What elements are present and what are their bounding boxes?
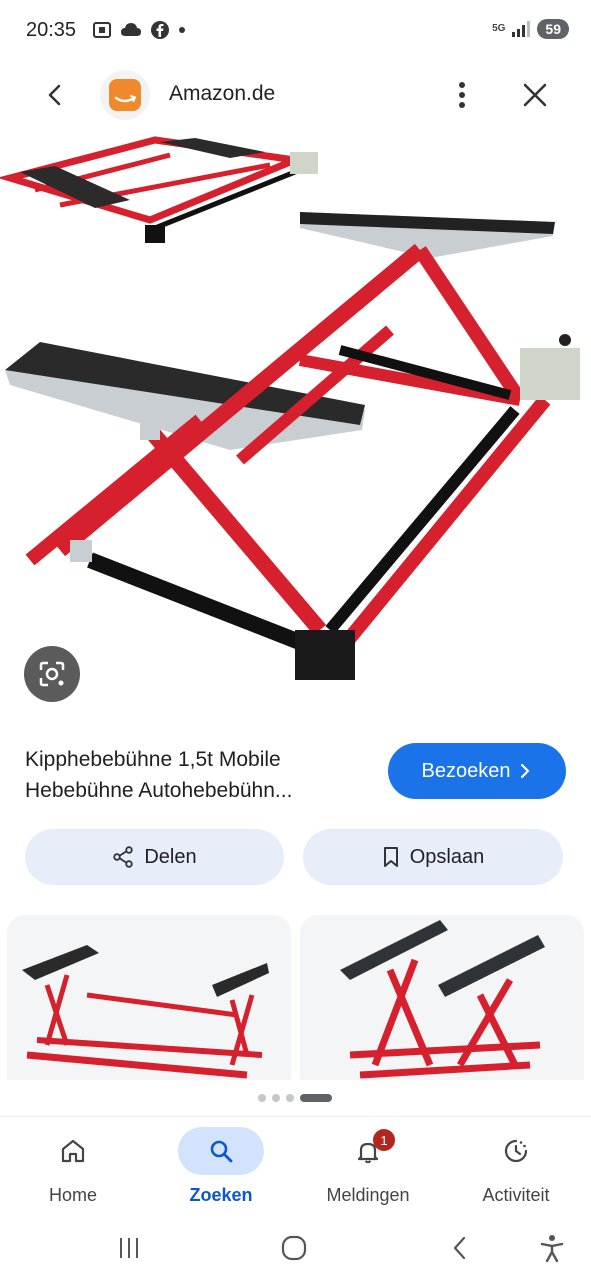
nav-activity[interactable]: Activiteit [456,1127,576,1213]
scissor-lift-illustration [0,136,580,680]
site-title[interactable]: Amazon.de [169,82,275,106]
system-back-icon [453,1236,466,1260]
visit-button[interactable]: Bezoeken [388,743,566,799]
network-label: 5G [492,23,506,34]
bookmark-icon [383,847,398,867]
nav-notifications-label: Meldingen [326,1185,410,1205]
system-back-button[interactable] [442,1230,478,1266]
home-circle-icon [281,1235,307,1261]
dot-icon [179,27,185,33]
carousel-indicator [258,1094,332,1102]
site-logo [100,70,150,120]
viewer-header: Amazon.de [0,66,591,124]
chevron-left-icon [48,84,61,106]
share-label: Delen [144,845,197,868]
carousel-dot-active [300,1094,332,1102]
accessibility-icon [540,1235,564,1263]
nav-home-label: Home [48,1185,97,1205]
home-icon [61,1139,85,1163]
product-title-line-1: Kipphebebühne 1,5t Mobile [25,748,281,771]
lens-search-button[interactable] [24,646,80,702]
related-result-card[interactable] [7,915,291,1080]
more-vert-icon [459,82,465,108]
battery-level: 59 [537,19,569,39]
status-system-icons: 5G 59 [492,19,569,39]
related-lift-image [300,915,584,1080]
facebook-icon [151,21,169,39]
status-notification-icons [92,20,186,40]
product-title-line-2: Hebebühne Autohebebühn... [25,779,293,802]
close-button[interactable] [518,78,552,112]
carousel-dot [286,1094,294,1102]
save-label: Opslaan [409,845,485,868]
signal-icon [512,21,531,37]
back-button[interactable] [40,80,70,110]
share-button[interactable]: Delen [25,829,284,885]
screenshot-icon [93,22,111,38]
chevron-right-icon [521,763,530,779]
home-button[interactable] [276,1230,312,1266]
notification-badge: 1 [373,1129,395,1151]
product-title: Kipphebebühne 1,5t Mobile Hebebühne Auto… [25,744,375,806]
amazon-logo-icon [109,79,141,111]
nav-home[interactable]: Home [13,1127,133,1213]
nav-search-label: Zoeken [189,1185,253,1205]
camera-lens-icon [39,661,65,687]
nav-activity-label: Activiteit [482,1185,550,1205]
bottom-navigation: Home Zoeken 1 Meldingen Activiteit [0,1116,591,1214]
close-icon [523,83,547,107]
related-lift-image [7,915,291,1080]
system-navigation-bar [0,1214,591,1280]
related-result-card[interactable] [300,915,584,1080]
status-time: 20:35 [26,19,77,41]
recent-apps-icon [120,1238,138,1258]
visit-button-label: Bezoeken [421,759,511,782]
status-bar: 20:35 5G 59 [0,0,591,62]
carousel-dot [272,1094,280,1102]
cloud-icon [121,23,141,36]
share-icon [113,846,134,868]
more-options-button[interactable] [448,78,476,112]
accessibility-button[interactable] [534,1230,570,1266]
product-image[interactable] [0,130,591,710]
activity-icon [504,1139,528,1163]
carousel-dot [258,1094,266,1102]
nav-notifications[interactable]: 1 Meldingen [308,1127,428,1213]
recent-apps-button[interactable] [111,1230,147,1266]
nav-search[interactable]: Zoeken [161,1127,281,1213]
search-icon [210,1140,233,1163]
save-button[interactable]: Opslaan [303,829,563,885]
